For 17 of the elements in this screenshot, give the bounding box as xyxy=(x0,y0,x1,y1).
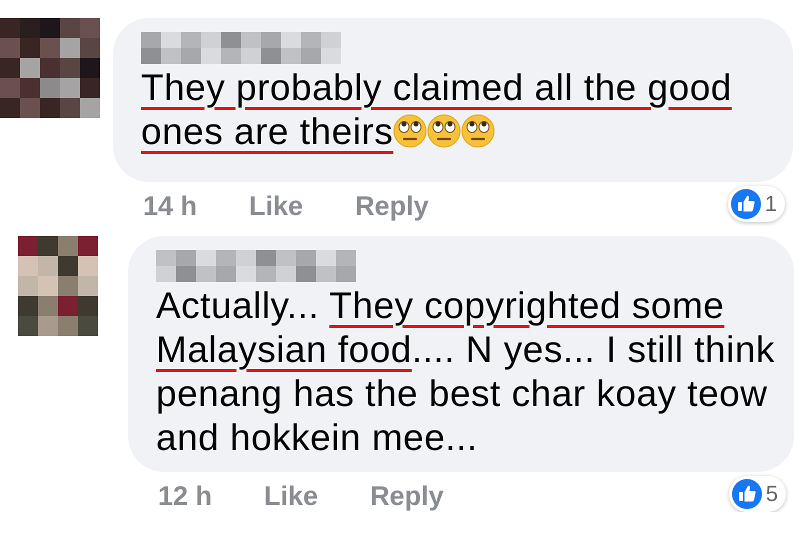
reply-link[interactable]: Reply xyxy=(355,190,429,222)
like-link[interactable]: Like xyxy=(264,480,318,512)
reaction-count: 1 xyxy=(764,191,777,217)
reply-link[interactable]: Reply xyxy=(370,480,444,512)
eye-roll-emoji-icon xyxy=(427,114,462,148)
comment-text: Actually... They copyrighted some Malaysian food.... N yes... I still think penang has the best char koay teow and hokkein mee... xyxy=(156,285,775,458)
reaction-badge[interactable]: 5 xyxy=(728,476,786,512)
reaction-badge[interactable]: 1 xyxy=(728,186,785,222)
timestamp-link[interactable]: 14 h xyxy=(143,190,198,222)
like-link[interactable]: Like xyxy=(249,190,304,222)
eye-roll-emoji-icon xyxy=(461,114,496,148)
thumbs-up-icon xyxy=(730,189,761,219)
comment-text: They probably claimed all the good ones are theirs xyxy=(141,67,732,152)
thumbs-up-icon xyxy=(732,479,762,509)
reaction-count: 5 xyxy=(766,481,778,507)
eye-roll-emoji-icon xyxy=(393,114,428,148)
timestamp-link[interactable]: 12 h xyxy=(158,480,212,512)
